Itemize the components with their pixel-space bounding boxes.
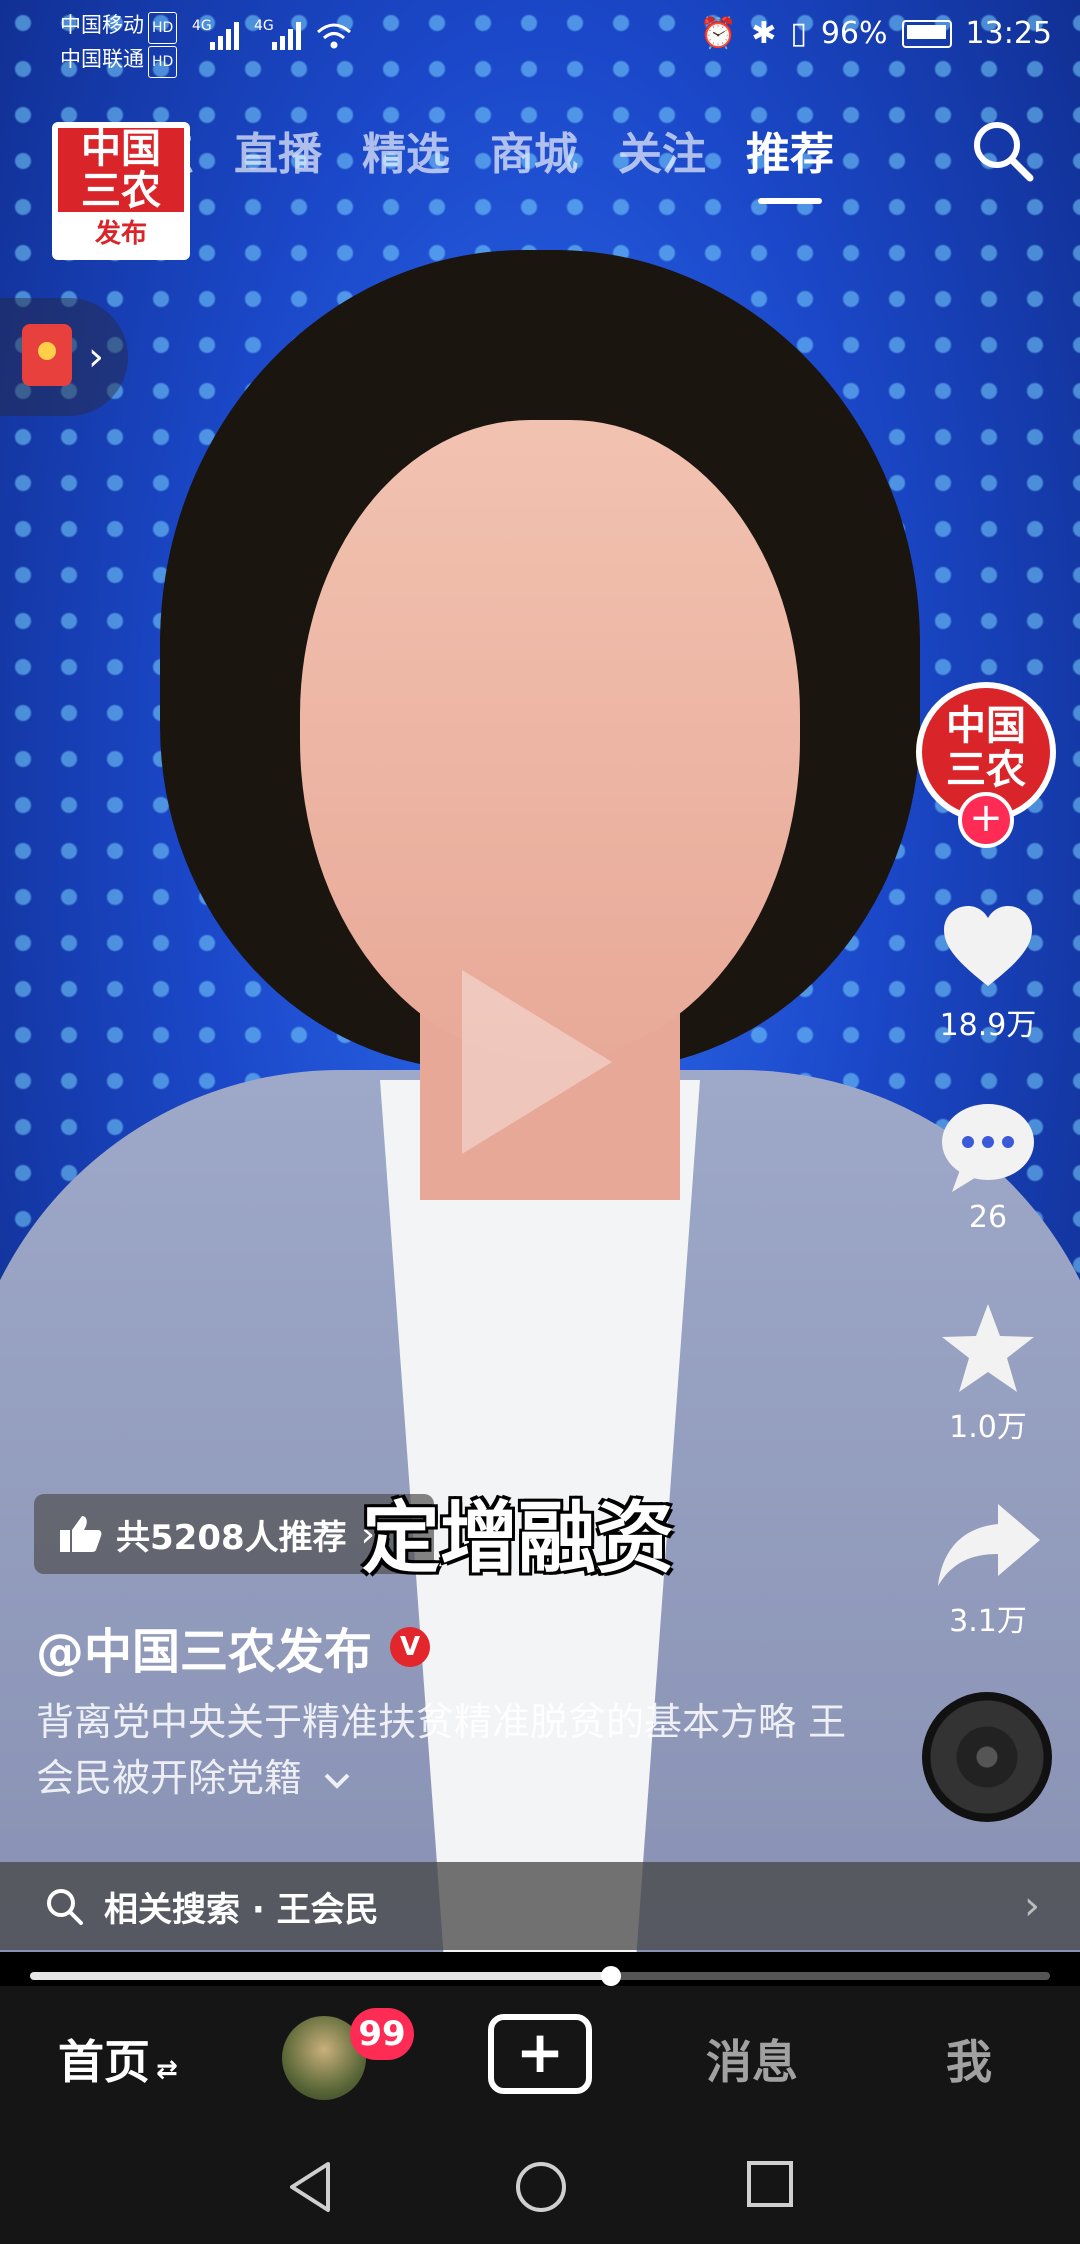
- comment-count-wrap: 26: [908, 1198, 1068, 1235]
- comment-icon[interactable]: [938, 1100, 1038, 1196]
- home-icon[interactable]: [514, 2160, 568, 2214]
- channel-logo: 中国 三农 发布: [52, 122, 190, 260]
- video-description[interactable]: 背离党中央关于精准扶贫精准脱贫的基本方略 王会民被开除党籍: [36, 1694, 856, 1806]
- hd-badge-1: HD: [148, 12, 178, 44]
- tab-home-label: 首页: [58, 2035, 150, 2089]
- progress-knob[interactable]: [601, 1966, 622, 1986]
- favorite-count: 1.0万: [949, 1410, 1027, 1445]
- recommend-count: 共5208人推荐: [116, 1517, 347, 1558]
- progress-fill: [30, 1972, 612, 1980]
- network-type-2: 4G: [254, 18, 274, 34]
- related-search-bar[interactable]: 相关搜索 · 王会民 ›: [0, 1862, 1080, 1950]
- tab-home[interactable]: 首页 ⇄: [58, 2026, 178, 2092]
- share-icon[interactable]: [936, 1500, 1042, 1590]
- clock: 13:25: [965, 16, 1052, 51]
- tab-messages[interactable]: 消息: [706, 2026, 798, 2092]
- alarm-icon: ⏰: [699, 16, 738, 51]
- battery-icon: [901, 19, 952, 48]
- verified-badge: V: [390, 1627, 431, 1667]
- search-icon[interactable]: [970, 118, 1034, 182]
- system-nav-bar: [0, 2130, 1080, 2244]
- hd-badge-2: HD: [148, 46, 178, 78]
- heart-icon[interactable]: [940, 900, 1036, 996]
- tab-me[interactable]: 我: [946, 2026, 992, 2092]
- switch-icon: ⇄: [156, 2055, 178, 2085]
- favorite-count-wrap: 1.0万: [908, 1400, 1068, 1446]
- signal-icon-2: [272, 22, 301, 50]
- logo-subtitle: 发布: [94, 219, 147, 249]
- carrier-2: 中国联通: [60, 47, 144, 71]
- burnt-in-caption: 定增融资: [362, 1494, 675, 1584]
- bluetooth-icon: ✱: [751, 16, 777, 51]
- create-button[interactable]: +: [488, 2014, 592, 2094]
- related-search-label: 相关搜索 · 王会民: [104, 1889, 379, 1930]
- chevron-right-icon: ›: [1024, 1883, 1040, 1929]
- recents-icon[interactable]: [746, 2160, 794, 2208]
- red-envelope-icon: [22, 324, 72, 386]
- follow-button[interactable]: +: [958, 792, 1014, 848]
- status-right-group: ⏰ ✱ ▯ 96% 13:25: [700, 16, 1052, 51]
- carrier-1: 中国移动: [60, 13, 144, 37]
- search-icon: [47, 1889, 83, 1925]
- signal-icon-1: [210, 22, 239, 50]
- vibrate-icon: ▯: [790, 16, 807, 51]
- author-name[interactable]: @中国三农发布: [36, 1612, 372, 1682]
- like-count-wrap: 18.9万: [908, 998, 1068, 1044]
- status-bar: 中国移动 HD 中国联通 HD 4G 4G ⏰ ✱ ▯ 96% 13:25: [0, 0, 1080, 80]
- star-icon[interactable]: [938, 1300, 1038, 1396]
- carrier-info: 中国移动 HD 中国联通 HD: [60, 10, 178, 78]
- video-progress-bar[interactable]: [30, 1966, 1050, 1986]
- red-envelope-button[interactable]: ›: [0, 298, 128, 416]
- tab-live[interactable]: 直播: [234, 118, 322, 182]
- music-disc-icon[interactable]: [922, 1692, 1052, 1822]
- bottom-tab-bar: 首页 ⇄ 99 + 消息 我: [0, 1986, 1080, 2130]
- tab-following[interactable]: 关注: [618, 118, 706, 182]
- chevron-down-icon[interactable]: [322, 1769, 352, 1793]
- author-row[interactable]: @中国三农发布 V: [36, 1612, 431, 1682]
- network-type-1: 4G: [192, 18, 212, 34]
- chevron-right-icon: ›: [88, 334, 104, 380]
- tab-recommend[interactable]: 推荐: [746, 118, 834, 204]
- share-count-wrap: 3.1万: [908, 1594, 1068, 1640]
- tab-featured[interactable]: 精选: [362, 118, 450, 182]
- description-text: 背离党中央关于精准扶贫精准脱贫的基本方略 王会民被开除党籍: [36, 1700, 847, 1800]
- notification-badge: 99: [350, 2008, 414, 2060]
- comment-count: 26: [968, 1200, 1008, 1235]
- tab-mall[interactable]: 商城: [490, 118, 578, 182]
- logo-title: 中国 三农: [58, 128, 184, 212]
- thumbs-up-icon: [60, 1516, 102, 1552]
- back-icon[interactable]: [286, 2160, 336, 2214]
- play-icon[interactable]: [462, 970, 612, 1154]
- anchor-face: [300, 420, 800, 1060]
- top-tabs: 点 直播 精选 商城 关注 推荐: [150, 118, 834, 204]
- wifi-icon: [317, 23, 351, 49]
- battery-percent: 96%: [820, 16, 888, 51]
- like-count: 18.9万: [939, 1008, 1037, 1043]
- share-count: 3.1万: [949, 1604, 1027, 1639]
